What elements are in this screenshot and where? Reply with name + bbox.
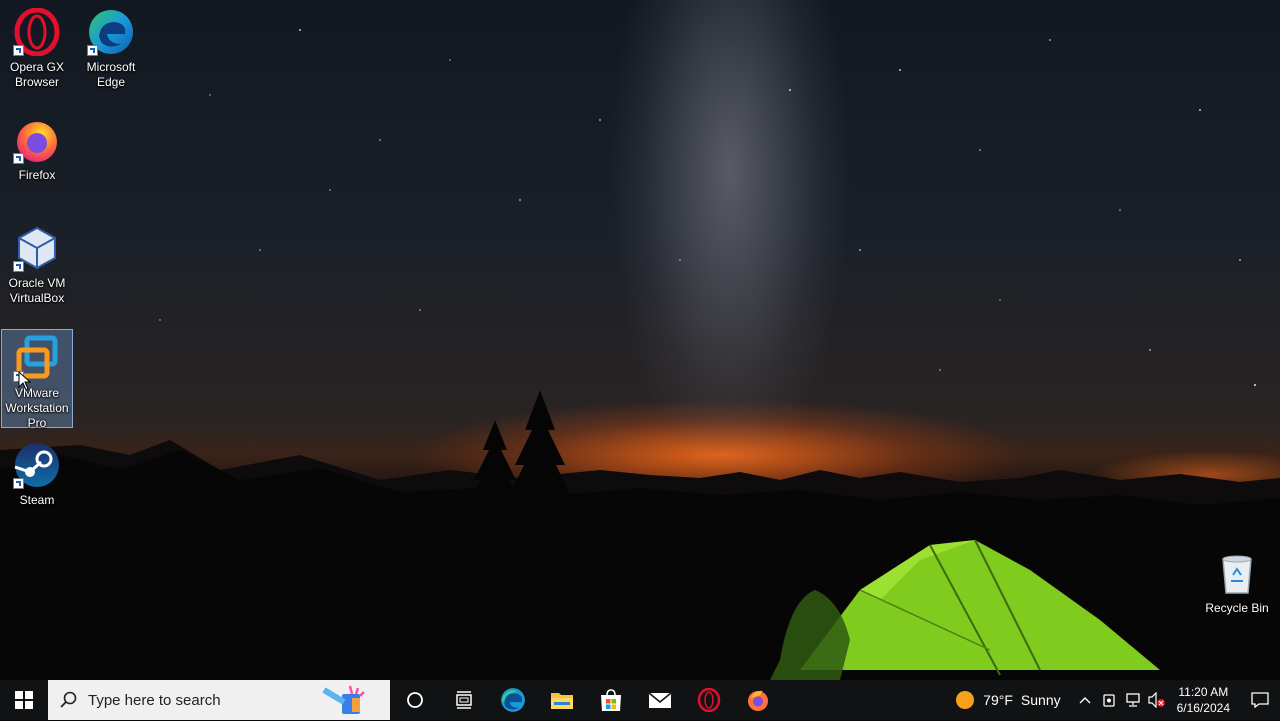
- weather-condition: Sunny: [1020, 692, 1061, 708]
- steam-icon: [13, 441, 61, 489]
- start-button[interactable]: [0, 680, 48, 720]
- desktop-icon-firefox[interactable]: Firefox: [1, 112, 73, 183]
- tray-app-icon: [1102, 694, 1115, 707]
- action-center-button[interactable]: [1240, 680, 1280, 720]
- desktop-icon-label: Workstation: [5, 401, 69, 415]
- stars: [119, 29, 1257, 387]
- cortana-button[interactable]: [390, 680, 439, 720]
- search-box[interactable]: Type here to search: [48, 680, 390, 720]
- show-hidden-icons-button[interactable]: [1073, 680, 1097, 720]
- desktop-icon-label: Firefox: [18, 168, 56, 182]
- desktop-icon-steam[interactable]: Steam: [1, 437, 73, 508]
- opera-gx-icon: [13, 7, 61, 57]
- desktop-icon-label: VirtualBox: [9, 291, 65, 305]
- task-view-icon: [455, 691, 472, 709]
- desktop-icon-opera-gx[interactable]: Opera GX Browser: [1, 4, 73, 90]
- desktop-icon-microsoft-edge[interactable]: Microsoft Edge: [75, 4, 147, 90]
- recycle-bin-icon: [1213, 549, 1261, 597]
- opera-icon: [697, 688, 720, 712]
- volume-muted-icon: [1148, 692, 1165, 708]
- desktop-icon-label: Microsoft: [86, 60, 136, 74]
- task-view-button[interactable]: [439, 680, 488, 720]
- taskbar-edge-button[interactable]: [488, 680, 537, 720]
- shortcut-arrow-icon: [87, 45, 98, 56]
- file-explorer-icon: [550, 693, 573, 709]
- desktop-icon-label: Opera GX: [9, 60, 65, 74]
- desktop-icon-virtualbox[interactable]: Oracle VM VirtualBox: [1, 220, 73, 306]
- desktop-wallpaper: [0, 0, 1280, 680]
- chevron-up-icon: [1079, 697, 1091, 704]
- virtualbox-icon: [13, 224, 61, 272]
- shortcut-arrow-icon: [13, 478, 24, 489]
- desktop-icon-label: Recycle Bin: [1205, 601, 1269, 615]
- taskbar-firefox-button[interactable]: [733, 680, 782, 720]
- cortana-icon: [406, 692, 423, 708]
- network-icon: [1125, 693, 1140, 707]
- taskbar-microsoft-store-button[interactable]: [586, 680, 635, 720]
- desktop-icon-label: VMware: [14, 386, 59, 400]
- taskbar: Type here to search 79°F Sunny 11:20 AM …: [0, 680, 1280, 720]
- taskbar-opera-button[interactable]: [684, 680, 733, 720]
- desktop-icon-recycle-bin[interactable]: Recycle Bin: [1199, 545, 1275, 616]
- sun-icon: [956, 691, 975, 709]
- desktop-icon-label: Edge: [96, 75, 126, 89]
- weather-temperature: 79°F: [983, 692, 1013, 708]
- firefox-icon: [747, 690, 768, 711]
- windows-logo-icon: [15, 691, 33, 709]
- search-icon: [60, 691, 77, 708]
- firefox-icon: [13, 116, 61, 164]
- network-button[interactable]: [1121, 680, 1145, 720]
- taskbar-mail-button[interactable]: [635, 680, 684, 720]
- clock[interactable]: 11:20 AM 6/16/2024: [1169, 684, 1240, 716]
- clock-time: 11:20 AM: [1178, 685, 1229, 699]
- shortcut-arrow-icon: [13, 45, 24, 56]
- tray-app-button[interactable]: [1097, 680, 1121, 720]
- system-tray: 79°F Sunny 11:20 AM 6/16/2024: [947, 680, 1280, 720]
- search-highlight-icon[interactable]: [322, 684, 370, 721]
- shortcut-arrow-icon: [13, 261, 24, 272]
- wallpaper-scene: [0, 29, 1280, 680]
- search-placeholder: Type here to search: [88, 691, 221, 709]
- volume-button[interactable]: [1145, 680, 1169, 720]
- desktop-icon-label: Browser: [14, 75, 59, 89]
- desktop-icon-label: Pro: [27, 416, 47, 430]
- notification-icon: [1251, 692, 1269, 708]
- weather-widget[interactable]: 79°F Sunny: [947, 690, 1072, 710]
- edge-icon: [500, 688, 525, 712]
- taskbar-file-explorer-button[interactable]: [537, 680, 586, 720]
- desktop-icon-vmware-workstation-pro[interactable]: VMware Workstation Pro: [1, 329, 73, 430]
- desktop-icon-label: Steam: [19, 493, 55, 507]
- shortcut-arrow-icon: [13, 153, 24, 164]
- desktop-icon-label: Oracle VM: [8, 276, 66, 290]
- edge-icon: [87, 8, 135, 56]
- mail-icon: [647, 692, 672, 708]
- microsoft-store-icon: [600, 689, 621, 711]
- clock-date: 6/16/2024: [1176, 701, 1230, 715]
